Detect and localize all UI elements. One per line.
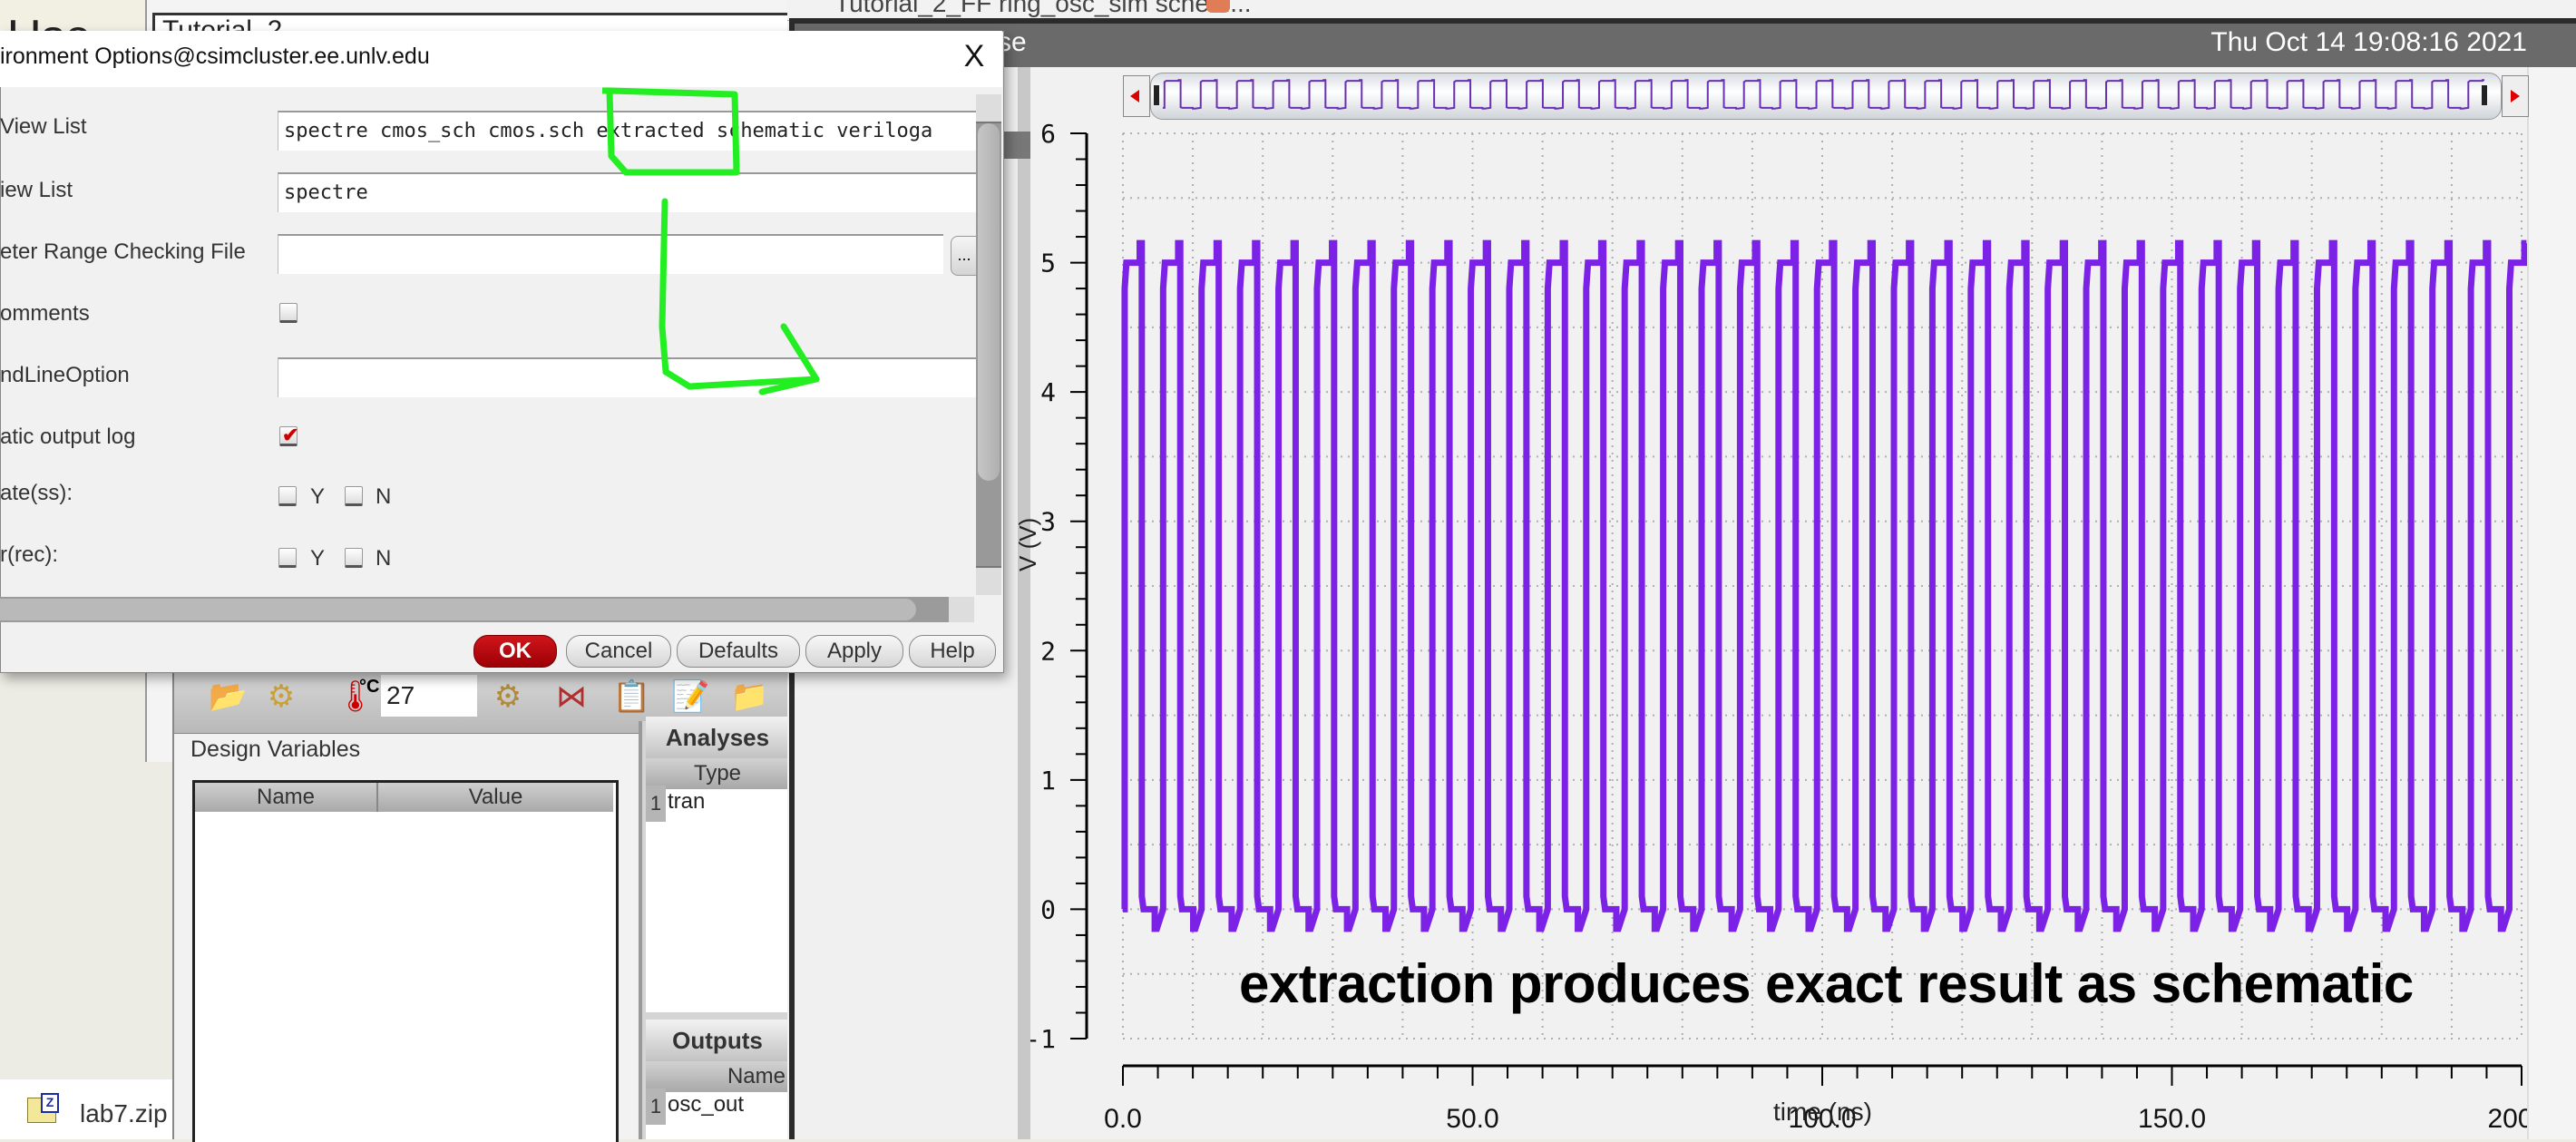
waveform-divider[interactable] (1018, 67, 1030, 1139)
x-tick-label: 50.0 (1446, 1104, 1498, 1134)
load-settings-icon[interactable]: ⚙ (263, 677, 299, 717)
highlight-box (602, 87, 740, 176)
analyses-row-type[interactable]: tran (668, 786, 705, 822)
folder-icon[interactable]: 📁 (730, 677, 768, 717)
design-variables-table[interactable] (192, 780, 619, 1142)
tab-close-icon[interactable] (1206, 0, 1230, 13)
waveform-date: Thu Oct 14 19:08:16 2021 (2210, 27, 2527, 57)
y-axis-label: V (V) (1014, 517, 1041, 571)
edit-icon[interactable]: 📝 (671, 677, 709, 717)
waveform-right-panel (2527, 67, 2576, 1139)
analyses-column-type[interactable]: Type (646, 758, 789, 789)
y-tick-label: 2 (1040, 636, 1056, 666)
settings-doc-icon[interactable]: ⚙ (490, 677, 526, 717)
annotation-arrow (659, 198, 820, 390)
column-header-value[interactable]: Value (378, 783, 613, 812)
analyses-row-index: 1 (646, 786, 666, 822)
y-tick-label: 6 (1040, 119, 1056, 149)
open-state-icon[interactable]: 📂 (209, 677, 247, 717)
analyses-header[interactable]: Analyses (646, 717, 789, 758)
design-variables-title: Design Variables (190, 737, 361, 762)
outputs-column-name[interactable]: Name (646, 1061, 789, 1092)
green-annotation (602, 87, 820, 395)
y-tick-label: 3 (1040, 507, 1056, 537)
x-tick-label: 150.0 (2138, 1104, 2206, 1134)
results-icon[interactable]: 📋 (612, 677, 650, 717)
y-tick-label: 4 (1040, 377, 1056, 407)
outputs-header[interactable]: Outputs (646, 1020, 789, 1061)
y-tick-label: 0 (1040, 894, 1056, 924)
netlist-icon[interactable]: ⋈ (553, 677, 590, 717)
temperature-input[interactable]: 27 (381, 675, 477, 717)
y-tick-label: 1 (1040, 766, 1056, 795)
y-tick-label: -1 (1030, 1024, 1056, 1054)
file-name[interactable]: lab7.zip (80, 1099, 168, 1128)
outputs-row-name[interactable]: osc_out (668, 1088, 744, 1125)
zip-folder-icon: Z (27, 1093, 59, 1123)
waveform-trace-osc_out (1121, 239, 2527, 932)
y-tick-label: 5 (1040, 249, 1056, 278)
annotation-caption: extraction produces exact result as sche… (1239, 953, 2414, 1014)
x-tick-label: 0.0 (1104, 1104, 1142, 1134)
x-axis-label: time (ns) (1773, 1098, 1872, 1126)
outputs-row-index: 1 (646, 1088, 666, 1125)
temperature-unit: °C (359, 677, 380, 697)
x-tick-label: 200.0 (2487, 1104, 2527, 1134)
column-header-name[interactable]: Name (195, 783, 378, 812)
